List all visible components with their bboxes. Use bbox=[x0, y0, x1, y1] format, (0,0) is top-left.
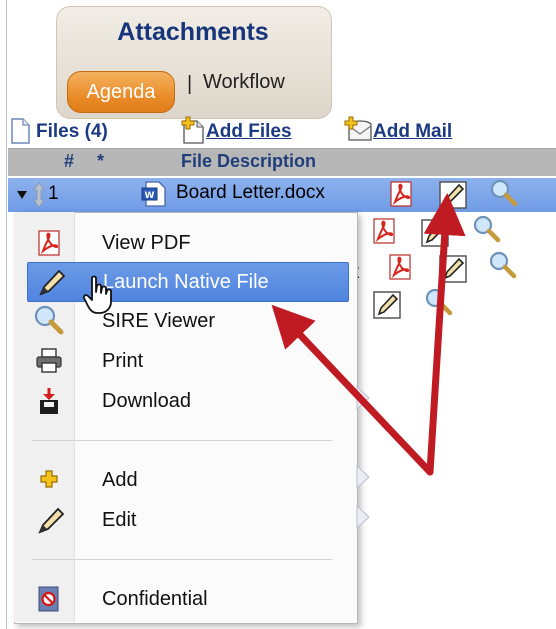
annotation-arrows bbox=[271, 193, 466, 476]
annotation-arrow bbox=[271, 304, 434, 476]
annotation-arrow bbox=[423, 193, 466, 476]
